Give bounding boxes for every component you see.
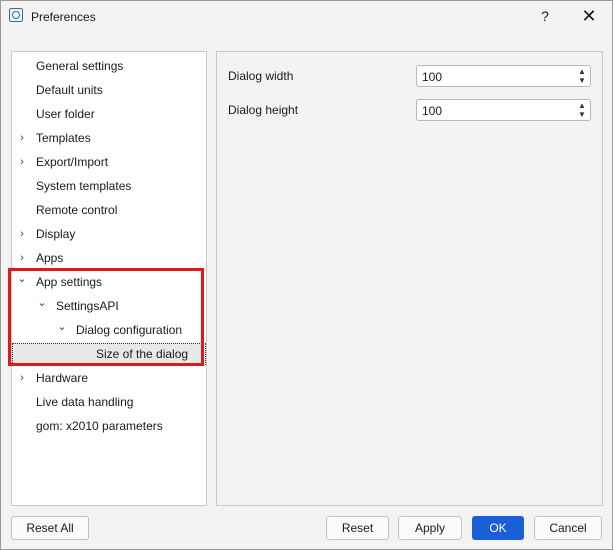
cancel-button[interactable]: Cancel	[534, 516, 602, 540]
tree-item-label: General settings	[36, 59, 124, 73]
tree-item-label: User folder	[36, 107, 95, 121]
apply-button[interactable]: Apply	[398, 516, 462, 540]
app-icon	[9, 8, 23, 22]
title-bar: Preferences ? ✕	[1, 1, 612, 33]
window-title: Preferences	[31, 10, 96, 24]
tree-item-label: Live data handling	[36, 395, 134, 409]
tree-item-label: Dialog configuration	[76, 323, 183, 337]
chevron-right-icon[interactable]: ›	[16, 127, 28, 149]
tree-item-label: Default units	[36, 83, 103, 97]
tree-item-label: Export/Import	[36, 155, 109, 169]
chevron-down-icon[interactable]: ⌄	[36, 292, 48, 314]
dialog-height-value[interactable]: 100	[422, 104, 442, 118]
tree-item-templates[interactable]: › Templates	[12, 127, 206, 149]
reset-all-button[interactable]: Reset All	[11, 516, 89, 540]
tree-item-user-folder[interactable]: User folder	[12, 103, 206, 125]
chevron-right-icon[interactable]: ›	[16, 223, 28, 245]
tree-item-label: gom: x2010 parameters	[36, 419, 163, 433]
spin-arrows-icon[interactable]: ▲ ▼	[578, 67, 586, 85]
dialog-height-spinbox[interactable]: 100 ▲ ▼	[416, 99, 591, 121]
preferences-window: Preferences ? ✕ General settings Default…	[0, 0, 613, 550]
settings-panel: Dialog width 100 ▲ ▼ Dialog height 100 ▲ ▼	[216, 51, 603, 506]
preferences-tree: General settings Default units User fold…	[11, 51, 207, 506]
ok-button[interactable]: OK	[472, 516, 524, 540]
tree-item-display[interactable]: › Display	[12, 223, 206, 245]
tree-item-label: System templates	[36, 179, 132, 193]
tree-item-label: SettingsAPI	[56, 299, 119, 313]
tree-item-label: Templates	[36, 131, 91, 145]
chevron-right-icon[interactable]: ›	[16, 247, 28, 269]
tree-item-size-of-the-dialog[interactable]: Size of the dialog	[12, 343, 206, 365]
tree-item-app-settings[interactable]: ⌄ App settings	[12, 271, 206, 293]
tree-item-apps[interactable]: › Apps	[12, 247, 206, 269]
help-button[interactable]: ?	[535, 8, 555, 24]
dialog-height-label: Dialog height	[228, 103, 299, 117]
close-button[interactable]: ✕	[577, 6, 601, 27]
tree-item-general-settings[interactable]: General settings	[12, 55, 206, 77]
dialog-width-spinbox[interactable]: 100 ▲ ▼	[416, 65, 591, 87]
tree-item-label: Apps	[36, 251, 64, 265]
reset-button[interactable]: Reset	[326, 516, 389, 540]
chevron-down-icon[interactable]: ⌄	[56, 316, 68, 338]
tree-item-live-data-handling[interactable]: Live data handling	[12, 391, 206, 413]
tree-item-hardware[interactable]: › Hardware	[12, 367, 206, 389]
tree-item-label: App settings	[36, 275, 103, 289]
tree-item-label: Size of the dialog	[96, 347, 189, 361]
tree-item-label: Display	[36, 227, 76, 241]
tree-item-gom-x2010-parameters[interactable]: gom: x2010 parameters	[12, 415, 206, 437]
spin-arrows-icon[interactable]: ▲ ▼	[578, 101, 586, 119]
dialog-width-label: Dialog width	[228, 69, 294, 83]
chevron-down-icon[interactable]: ⌄	[16, 268, 28, 290]
tree-item-dialog-configuration[interactable]: ⌄ Dialog configuration	[12, 319, 206, 341]
tree-item-remote-control[interactable]: Remote control	[12, 199, 206, 221]
chevron-right-icon[interactable]: ›	[16, 367, 28, 389]
tree-item-export-import[interactable]: › Export/Import	[12, 151, 206, 173]
tree-item-label: Remote control	[36, 203, 118, 217]
tree-item-label: Hardware	[36, 371, 89, 385]
chevron-right-icon[interactable]: ›	[16, 151, 28, 173]
tree-item-default-units[interactable]: Default units	[12, 79, 206, 101]
tree-item-system-templates[interactable]: System templates	[12, 175, 206, 197]
dialog-width-value[interactable]: 100	[422, 70, 442, 84]
tree-item-settingsapi[interactable]: ⌄ SettingsAPI	[12, 295, 206, 317]
